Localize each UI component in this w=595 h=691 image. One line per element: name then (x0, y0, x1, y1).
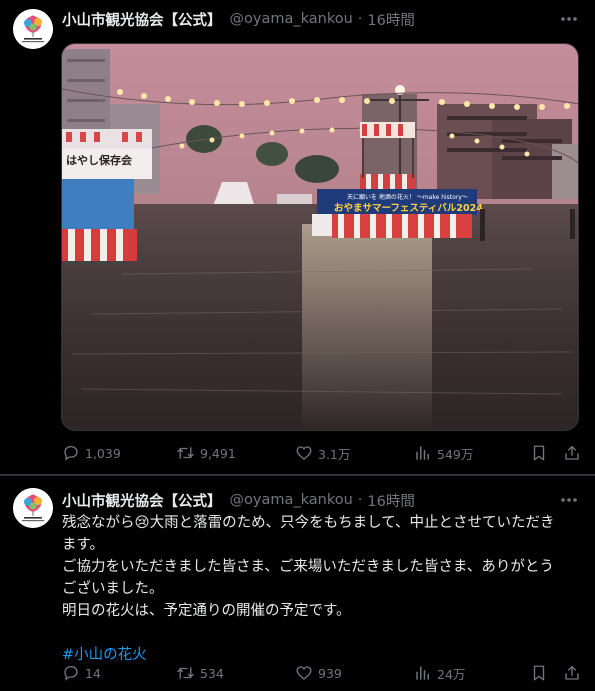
views-icon (416, 666, 429, 680)
reply-count: 14 (85, 665, 101, 681)
views-icon (416, 446, 429, 460)
views-button[interactable]: 549万 (414, 444, 473, 463)
action-bar: 1,039 9,491 3.1万 549万 (62, 442, 581, 464)
share-icon (565, 445, 579, 460)
bookmark-button[interactable] (531, 664, 547, 682)
author-name[interactable]: 小山市観光協会【公式】 (62, 9, 222, 30)
bookmark-icon (533, 665, 545, 681)
avatar[interactable] (13, 488, 53, 528)
post-header: 小山市観光協会【公式】 @oyama_kankou · 16時間 (62, 9, 415, 29)
hashtag-link[interactable]: #小山の花火 (62, 647, 147, 663)
post: 小山市観光協会【公式】 @oyama_kankou · 16時間 天に願いを 地… (0, 0, 595, 474)
post-header: 小山市観光協会【公式】 @oyama_kankou · 16時間 (62, 490, 415, 510)
separator: · (357, 11, 363, 27)
retweet-icon (177, 447, 194, 459)
retweet-icon (177, 667, 194, 679)
share-button[interactable] (563, 444, 581, 462)
separator: · (357, 492, 363, 508)
banner-text: おやまサマーフェスティバル2024 (334, 202, 483, 214)
stall-sign: はやし保存会 (66, 153, 133, 167)
text-line: ございました。 (62, 581, 164, 597)
reply-count: 1,039 (85, 445, 121, 461)
text-line: 明日の花火は、予定通りの開催の予定です。 (62, 603, 351, 619)
share-button[interactable] (563, 664, 581, 682)
reply-button[interactable]: 14 (62, 664, 101, 682)
timestamp[interactable]: 16時間 (367, 9, 414, 30)
retweet-count: 534 (200, 665, 224, 681)
action-bar: 14 534 939 24万 (62, 662, 581, 684)
retweet-button[interactable]: 534 (176, 664, 224, 682)
reply-icon (64, 665, 78, 681)
text-line: ご協力をいただきました皆さま、ご来場いただきました皆さま、ありがとう (62, 559, 554, 575)
post-photo[interactable]: 天に願いを 地酒の花火！ ～make history～ おやまサマーフェスティバ… (61, 43, 579, 431)
like-button[interactable]: 939 (295, 664, 342, 682)
post: 小山市観光協会【公式】 @oyama_kankou · 16時間 残念ながら😢大… (0, 476, 595, 691)
view-count: 24万 (437, 666, 466, 682)
reply-icon (64, 445, 78, 461)
retweet-count: 9,491 (200, 445, 236, 461)
text-line: 残念ながら😢大雨と落雷のため、只今をもちまして、中止とさせていただき (62, 512, 582, 534)
timestamp[interactable]: 16時間 (367, 490, 414, 511)
crying-emoji: 😢 (134, 515, 150, 531)
view-count: 549万 (437, 446, 474, 462)
like-count: 3.1万 (318, 446, 351, 462)
bookmark-button[interactable] (531, 444, 547, 462)
like-button[interactable]: 3.1万 (295, 444, 350, 463)
retweet-button[interactable]: 9,491 (176, 444, 236, 462)
avatar[interactable] (13, 9, 53, 49)
like-icon (296, 446, 312, 460)
more-icon[interactable] (557, 490, 581, 510)
post-text: 残念ながら😢大雨と落雷のため、只今をもちまして、中止とさせていただき ます。 ご… (62, 512, 582, 666)
like-icon (296, 666, 312, 680)
text-segment: 大雨と落雷のため、只今をもちまして、中止とさせていただき (149, 515, 555, 531)
like-count: 939 (318, 665, 342, 681)
more-icon[interactable] (557, 9, 581, 29)
views-button[interactable]: 24万 (414, 664, 465, 683)
author-handle[interactable]: @oyama_kankou (230, 492, 353, 508)
author-name[interactable]: 小山市観光協会【公式】 (62, 490, 222, 511)
author-handle[interactable]: @oyama_kankou (230, 11, 353, 27)
banner-top-text: 天に願いを 地酒の花火！ ～make history～ (347, 193, 468, 201)
share-icon (565, 665, 579, 680)
reply-button[interactable]: 1,039 (62, 444, 121, 462)
text-segment: 残念ながら (62, 515, 135, 531)
bookmark-icon (533, 445, 545, 461)
text-line: ます。 (62, 537, 105, 553)
